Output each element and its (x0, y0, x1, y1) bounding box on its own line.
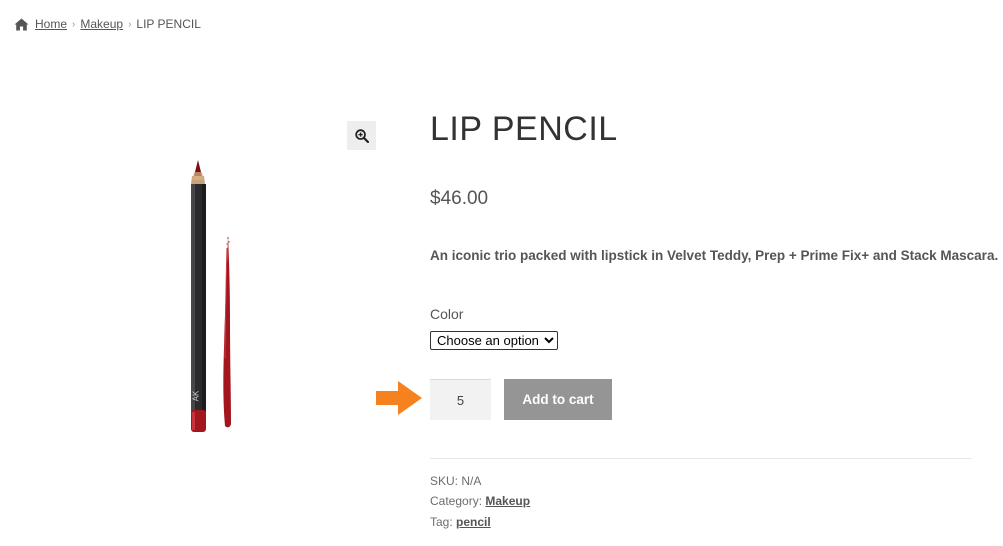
tag-label: Tag: (430, 515, 453, 529)
product-sku: SKU: N/A (430, 474, 481, 488)
home-icon[interactable] (14, 17, 29, 31)
breadcrumb-separator-icon: › (128, 18, 132, 30)
add-to-cart-button[interactable]: Add to cart (504, 379, 612, 420)
divider (430, 458, 972, 459)
quantity-input[interactable] (430, 379, 491, 420)
svg-text:AK: AK (192, 390, 201, 401)
zoom-button[interactable] (347, 121, 376, 150)
category-label: Category: (430, 494, 483, 508)
color-label: Color (430, 306, 464, 322)
product-price: $46.00 (430, 188, 489, 209)
breadcrumb-home-link[interactable]: Home (35, 17, 67, 31)
breadcrumb-separator-icon: › (72, 18, 76, 30)
product-description: An iconic trio packed with lipstick in V… (430, 248, 999, 263)
product-image[interactable]: AK (178, 158, 258, 438)
category-link[interactable]: Makeup (485, 494, 530, 508)
sku-value: N/A (461, 474, 482, 488)
breadcrumb: Home › Makeup › LIP PENCIL (14, 16, 201, 32)
product-title: LIP PENCIL (430, 110, 618, 148)
product-tag: Tag: pencil (430, 515, 491, 529)
breadcrumb-category-link[interactable]: Makeup (80, 17, 123, 31)
product-category: Category: Makeup (430, 494, 530, 508)
color-select[interactable]: Choose an option (430, 331, 558, 350)
pointer-arrow-icon (376, 381, 422, 415)
sku-label: SKU: (430, 474, 459, 488)
magnifier-plus-icon (354, 128, 369, 143)
tag-link[interactable]: pencil (456, 515, 491, 529)
breadcrumb-current: LIP PENCIL (136, 17, 201, 31)
